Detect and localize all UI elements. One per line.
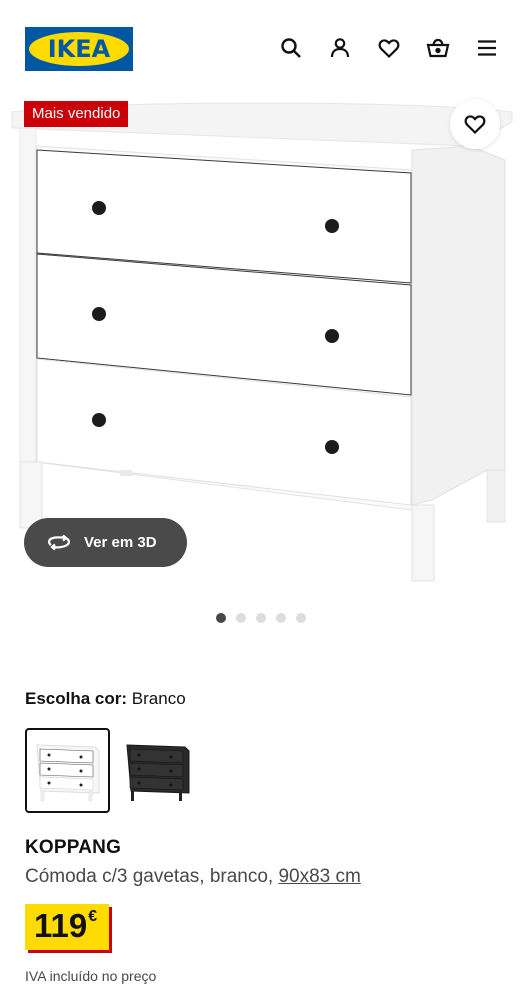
basket-icon[interactable]: [423, 33, 453, 63]
rotate-3d-icon: [48, 534, 70, 550]
product-dimensions-link[interactable]: 90x83 cm: [278, 866, 360, 887]
white-dresser-thumbnail: [35, 743, 99, 801]
price-currency: €: [88, 908, 98, 925]
color-choice-title: Escolha cor:: [25, 689, 128, 708]
heart-icon: [464, 115, 486, 135]
ikea-logo[interactable]: IKEA: [25, 27, 133, 71]
color-swatch-white[interactable]: [25, 728, 110, 813]
color-swatch-black-brown[interactable]: [115, 728, 200, 813]
user-icon[interactable]: [325, 33, 355, 63]
logo-text: IKEA: [47, 35, 111, 63]
carousel-dot-3[interactable]: [256, 613, 266, 623]
carousel-dot-2[interactable]: [236, 613, 246, 623]
search-icon[interactable]: [276, 33, 306, 63]
vat-note: IVA incluído no preço: [25, 968, 157, 984]
header: IKEA: [0, 0, 524, 100]
product-description-text: Cómoda c/3 gavetas, branco,: [25, 866, 274, 887]
black-dresser-thumbnail: [125, 743, 189, 801]
carousel-dot-1[interactable]: [216, 613, 226, 623]
product-name: KOPPANG: [25, 837, 122, 858]
price-tag: 119 €: [25, 904, 110, 950]
product-description: Cómoda c/3 gavetas, branco, 90x83 cm: [25, 866, 361, 888]
price-amount: 119: [34, 907, 88, 944]
heart-icon[interactable]: [374, 33, 404, 63]
carousel-dot-4[interactable]: [276, 613, 286, 623]
carousel-pagination: [216, 613, 306, 623]
bestseller-badge: Mais vendido: [24, 101, 129, 127]
view-3d-button[interactable]: Ver em 3D: [24, 518, 187, 567]
view-3d-label: Ver em 3D: [84, 534, 157, 551]
color-choice-label: Escolha cor: Branco: [25, 689, 186, 709]
carousel-dot-5[interactable]: [296, 613, 306, 623]
color-choice-value: Branco: [131, 689, 186, 708]
menu-icon[interactable]: [472, 33, 502, 63]
add-to-favourites-button[interactable]: [450, 99, 500, 149]
